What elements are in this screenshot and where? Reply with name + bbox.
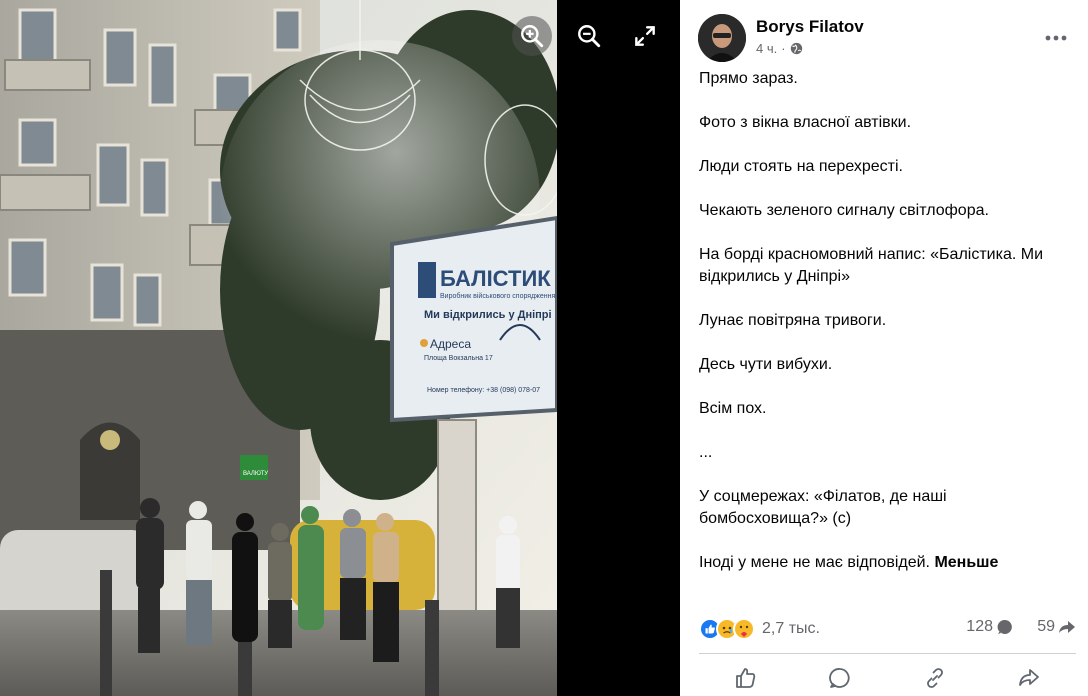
link-icon [926, 668, 943, 688]
svg-text:Площа Вокзальна 17: Площа Вокзальна 17 [424, 355, 493, 362]
reactions-bar: 2,7 тыс. 128 59 [699, 616, 1076, 642]
post-paragraph: Прямо зараз. [699, 70, 798, 87]
post-meta: 4 ч. · [756, 41, 803, 56]
comment-button[interactable] [805, 661, 875, 695]
zoom-out-icon [578, 25, 601, 48]
more-options-button[interactable] [1040, 22, 1072, 54]
post-actions [699, 660, 1076, 696]
author-name[interactable]: Borys Filatov [756, 17, 864, 37]
meta-separator: · [781, 41, 786, 56]
post-paragraph: ... [699, 444, 713, 461]
post-photo[interactable]: БАЛІСТИК Виробник військового спорядженн… [0, 0, 557, 696]
care-reaction-icon [733, 618, 755, 640]
post-paragraph: Всім пох. [699, 400, 767, 417]
avatar[interactable] [698, 14, 746, 62]
post-paragraph: У соцмережах: «Філатов, де наші бомбосхо… [699, 488, 947, 527]
share-icon [1018, 669, 1039, 686]
like-icon [736, 668, 756, 688]
share-arrow-icon [1059, 621, 1075, 633]
shares-count-value: 59 [1037, 618, 1055, 635]
post-paragraph: Лунає повітряна тривоги. [699, 312, 887, 329]
globe-icon [790, 42, 802, 55]
post-header: Borys Filatov 4 ч. · [698, 14, 1076, 64]
shares-count[interactable]: 59 [1037, 618, 1076, 636]
share-button[interactable] [994, 661, 1064, 695]
like-button[interactable] [711, 661, 781, 695]
comment-icon [829, 668, 850, 688]
post-last-text: Іноді у мене не має відповідей. [699, 554, 930, 571]
post-paragraph: Фото з вікна власної автівки. [699, 114, 912, 131]
post-paragraph: На борді красномовний напис: «Балістика.… [699, 246, 1043, 285]
zoom-out-button[interactable] [569, 16, 609, 56]
post-text: Прямо зараз. Фото з вікна власної автівк… [699, 68, 1074, 596]
svg-text:Номер телефону: +38 (098) 078-: Номер телефону: +38 (098) 078-07 [427, 387, 540, 394]
zoom-in-button[interactable] [512, 16, 552, 56]
divider [699, 653, 1076, 654]
comments-count[interactable]: 128 [966, 618, 1014, 636]
billboard: БАЛІСТИК Виробник військового спорядженн… [390, 215, 557, 423]
zoom-in-icon [521, 25, 544, 48]
svg-text:БАЛІСТИК: БАЛІСТИК [440, 266, 551, 291]
see-less-link[interactable]: Меньше [934, 554, 998, 571]
reaction-count[interactable]: 2,7 тыс. [762, 620, 820, 638]
fullscreen-button[interactable] [625, 16, 665, 56]
copy-link-button[interactable] [900, 661, 970, 695]
comments-count-value: 128 [966, 618, 993, 635]
post-time[interactable]: 4 ч. [756, 41, 777, 56]
post-panel: Borys Filatov 4 ч. · Прямо зараз. Фото з… [680, 0, 1088, 696]
comment-bubble-icon [997, 619, 1012, 634]
reaction-icons[interactable] [699, 618, 755, 640]
fullscreen-icon [635, 26, 655, 46]
more-horizontal-icon [1045, 35, 1067, 41]
post-paragraph: Люди стоять на перехресті. [699, 158, 903, 175]
post-paragraph: Десь чути вибухи. [699, 356, 833, 373]
svg-text:ВАЛЮТУ: ВАЛЮТУ [243, 471, 268, 477]
svg-text:Ми відкрились у Дніпрі: Ми відкрились у Дніпрі [424, 309, 552, 321]
svg-text:Виробник військового споряджен: Виробник військового спорядження [440, 292, 555, 300]
post-paragraph-last: Іноді у мене не має відповідей. Меньше [699, 552, 1074, 574]
photo-viewer: БАЛІСТИК Виробник військового спорядженн… [0, 0, 680, 696]
post-paragraph: Чекають зеленого сигналу світлофора. [699, 202, 989, 219]
svg-text:Адреса: Адреса [430, 337, 471, 351]
